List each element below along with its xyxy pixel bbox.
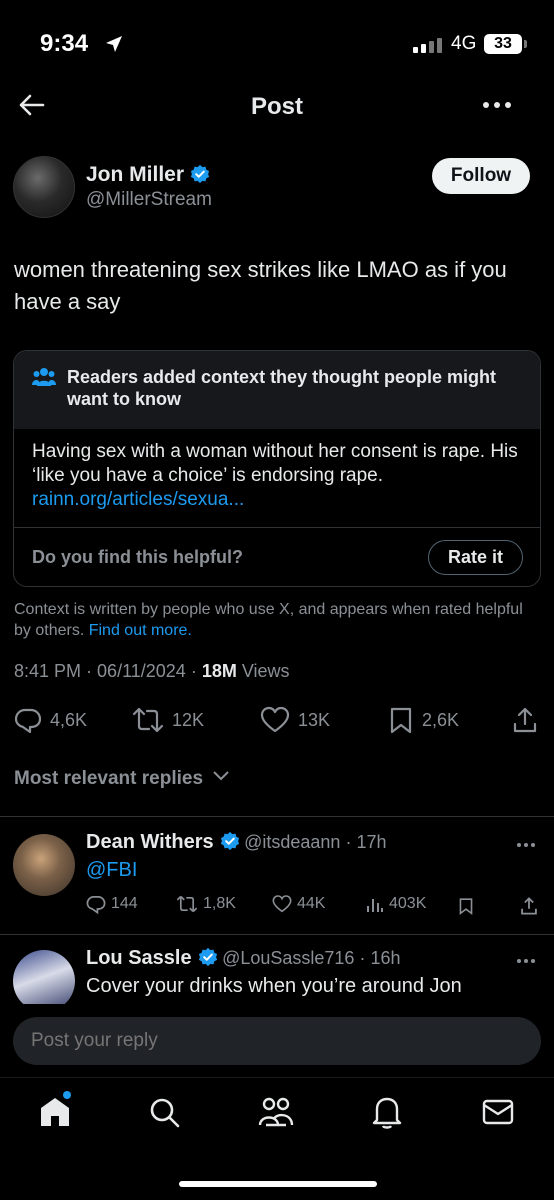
notifications-icon[interactable] bbox=[370, 1094, 404, 1130]
note-context-info: Context is written by people who use X, … bbox=[14, 599, 542, 641]
home-icon[interactable] bbox=[38, 1095, 72, 1129]
reply-reply-action[interactable]: 144 bbox=[86, 894, 138, 914]
reply-like-action[interactable]: 44K bbox=[272, 894, 325, 914]
bookmark-icon[interactable] bbox=[458, 896, 474, 916]
divider bbox=[0, 816, 554, 817]
post-date: 06/11/2024 bbox=[97, 661, 186, 681]
author-name[interactable]: Jon Miller bbox=[86, 163, 210, 187]
rate-it-button[interactable]: Rate it bbox=[428, 540, 523, 575]
note-body-text: Having sex with a woman without her cons… bbox=[32, 441, 518, 486]
reply-author-name[interactable]: Dean Withers bbox=[86, 831, 214, 853]
reply-like-count: 44K bbox=[297, 895, 326, 912]
more-options-icon[interactable] bbox=[483, 102, 511, 108]
author-handle[interactable]: @MillerStream bbox=[86, 189, 212, 211]
repost-count: 12K bbox=[172, 709, 205, 730]
network-type: 4G bbox=[451, 33, 477, 54]
author-avatar[interactable] bbox=[13, 156, 75, 218]
heart-icon bbox=[272, 895, 292, 913]
follow-button[interactable]: Follow bbox=[432, 158, 530, 194]
reply-more-icon[interactable] bbox=[517, 843, 535, 847]
divider bbox=[0, 934, 554, 935]
share-action[interactable] bbox=[512, 706, 538, 734]
repost-icon bbox=[176, 895, 198, 913]
note-divider bbox=[14, 527, 540, 528]
note-title: Readers added context they thought peopl… bbox=[67, 367, 497, 409]
note-body: Having sex with a woman without her cons… bbox=[32, 440, 522, 512]
reply-views-action[interactable]: 403K bbox=[366, 894, 426, 914]
reply-age: 16h bbox=[370, 948, 401, 968]
reply-icon bbox=[14, 708, 42, 734]
bookmark-action[interactable]: 2,6K bbox=[388, 706, 459, 734]
reply-avatar[interactable] bbox=[13, 834, 75, 896]
reply-author-handle[interactable]: @itsdeaann bbox=[244, 832, 340, 852]
share-icon[interactable] bbox=[520, 896, 538, 916]
post-meta: 8:41 PM · 06/11/2024 · 18M Views bbox=[14, 661, 290, 681]
home-indicator bbox=[179, 1181, 377, 1187]
views-label: Views bbox=[241, 661, 290, 681]
search-icon[interactable] bbox=[148, 1096, 182, 1130]
bookmark-count: 2,6K bbox=[422, 709, 460, 730]
chevron-down-icon bbox=[213, 771, 230, 781]
reply-repost-count: 1,8K bbox=[203, 895, 236, 912]
reply-header: Dean Withers @itsdeaann · 17h bbox=[86, 831, 386, 854]
note-helpful-question: Do you find this helpful? bbox=[32, 547, 243, 567]
find-out-more-link[interactable]: Find out more. bbox=[89, 622, 192, 639]
reply-reply-count: 144 bbox=[111, 895, 138, 912]
replies-filter-label[interactable]: Most relevant replies bbox=[14, 768, 203, 789]
reply-header: Lou Sassle @LouSassle716 · 16h bbox=[86, 947, 400, 970]
note-source-link[interactable]: rainn.org/articles/sexua... bbox=[32, 488, 522, 512]
page-title: Post bbox=[250, 93, 303, 120]
heart-icon bbox=[260, 706, 290, 733]
reply-author-handle[interactable]: @LouSassle716 bbox=[222, 948, 354, 968]
reply-separator: · bbox=[340, 832, 357, 852]
reply-avatar[interactable] bbox=[13, 950, 75, 1012]
like-count: 13K bbox=[298, 709, 331, 730]
reply-text[interactable]: @FBI bbox=[86, 859, 137, 882]
reply-separator: · bbox=[354, 948, 371, 968]
verified-badge-icon bbox=[190, 164, 210, 184]
battery-nub bbox=[524, 40, 527, 48]
communities-icon[interactable] bbox=[258, 1095, 294, 1129]
post-actions: 4,6K 12K 13K 2,6K bbox=[0, 706, 554, 738]
reply-repost-action[interactable]: 1,8K bbox=[176, 894, 236, 914]
views-count: 18M bbox=[201, 661, 237, 681]
share-icon bbox=[513, 707, 537, 733]
reply-composer-input[interactable] bbox=[13, 1017, 541, 1065]
repost-icon bbox=[132, 707, 164, 733]
reply-action[interactable]: 4,6K bbox=[14, 706, 87, 734]
repost-action[interactable]: 12K bbox=[132, 706, 204, 734]
post-text: women threatening sex strikes like LMAO … bbox=[14, 257, 507, 314]
reply-author-name[interactable]: Lou Sassle bbox=[86, 947, 192, 969]
reply-actions: 144 1,8K 44K 403K bbox=[0, 894, 554, 920]
reply-age: 17h bbox=[356, 832, 387, 852]
post-time: 8:41 PM bbox=[14, 661, 82, 681]
reply-more-icon[interactable] bbox=[517, 959, 535, 963]
notification-dot bbox=[63, 1091, 71, 1099]
messages-icon[interactable] bbox=[481, 1097, 515, 1127]
people-icon bbox=[32, 368, 56, 386]
analytics-icon bbox=[367, 899, 383, 912]
verified-badge-icon bbox=[220, 831, 239, 851]
location-arrow-icon bbox=[106, 36, 122, 52]
verified-badge-icon bbox=[198, 947, 217, 967]
reply-icon bbox=[86, 896, 106, 914]
like-action[interactable]: 13K bbox=[260, 706, 330, 734]
reply-text: Cover your drinks when you’re around Jon bbox=[86, 975, 462, 997]
community-note: Readers added context they thought peopl… bbox=[13, 350, 541, 587]
reply-count: 4,6K bbox=[50, 709, 88, 730]
battery-icon: 33 bbox=[484, 34, 522, 54]
replies-filter[interactable]: Most relevant replies bbox=[14, 768, 230, 790]
author-name-text[interactable]: Jon Miller bbox=[86, 163, 184, 186]
signal-icon bbox=[413, 38, 442, 53]
reply-views-count: 403K bbox=[389, 895, 427, 912]
status-time: 9:34 bbox=[40, 30, 89, 57]
bookmark-icon bbox=[390, 707, 412, 734]
